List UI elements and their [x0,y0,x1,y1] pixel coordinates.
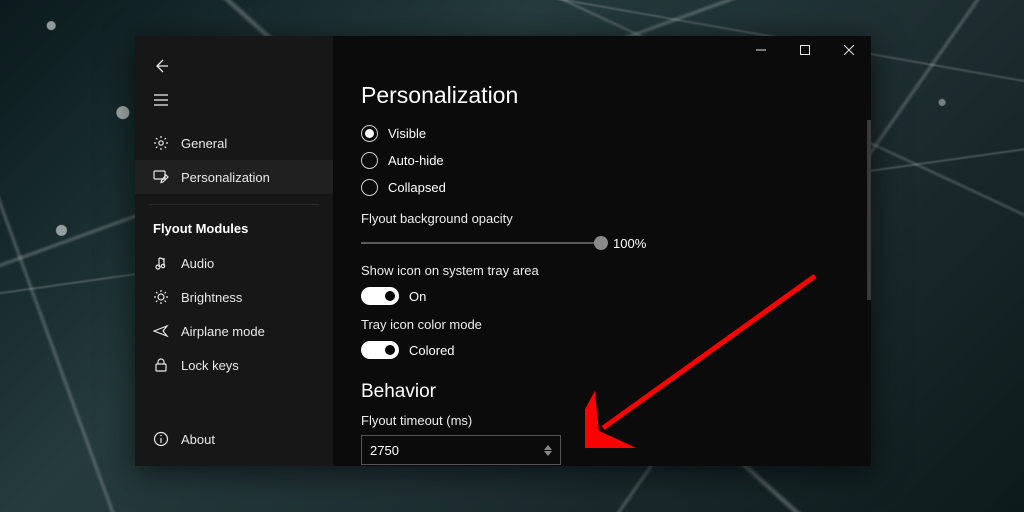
radio-icon [361,152,378,169]
slider-thumb[interactable] [594,236,608,250]
close-button[interactable] [827,36,871,64]
radio-label: Collapsed [388,180,446,195]
page-title: Personalization [333,82,871,123]
gear-icon [153,135,169,151]
radio-auto-hide[interactable]: Auto-hide [361,147,839,174]
lock-icon [153,357,169,373]
tray-icon-label: Show icon on system tray area [361,253,839,285]
radio-visible[interactable]: Visible [361,120,839,147]
brightness-icon [153,289,169,305]
sidebar-item-label: Airplane mode [181,324,265,339]
sidebar-heading-modules: Flyout Modules [135,211,333,242]
timeout-value: 2750 [370,443,399,458]
sidebar-item-audio[interactable]: Audio [135,246,333,280]
divider [149,204,319,205]
sidebar-item-label: Lock keys [181,358,239,373]
info-icon [153,431,169,447]
opacity-slider[interactable] [361,233,601,253]
tray-icon-value: On [409,289,426,304]
main-panel: Personalization Visible Auto-hide Collap… [333,36,871,466]
sidebar-item-label: Audio [181,256,214,271]
spinbox-stepper[interactable] [544,445,552,456]
sidebar-item-label: Brightness [181,290,242,305]
airplane-icon [153,323,169,339]
timeout-spinbox[interactable]: 2750 [361,435,561,465]
opacity-value: 100% [613,236,646,251]
sidebar-item-lock-keys[interactable]: Lock keys [135,348,333,382]
radio-label: Auto-hide [388,153,444,168]
sidebar-item-airplane-mode[interactable]: Airplane mode [135,314,333,348]
opacity-label: Flyout background opacity [361,201,839,233]
radio-icon [361,125,378,142]
sidebar-item-label: General [181,136,227,151]
scrollbar[interactable] [867,120,871,466]
minimize-button[interactable] [739,36,783,64]
timeout-label: Flyout timeout (ms) [361,413,839,435]
radio-collapsed[interactable]: Collapsed [361,174,839,201]
back-button[interactable] [153,54,181,78]
hamburger-button[interactable] [153,88,181,112]
sidebar-item-label: Personalization [181,170,270,185]
behavior-heading: Behavior [361,369,839,413]
radio-icon [361,179,378,196]
sidebar-item-label: About [181,432,215,447]
sidebar-item-general[interactable]: General [135,126,333,160]
sidebar-item-about[interactable]: About [135,422,333,456]
titlebar [739,36,871,64]
sidebar-item-brightness[interactable]: Brightness [135,280,333,314]
sidebar-item-personalization[interactable]: Personalization [135,160,333,194]
settings-scroll-area: Visible Auto-hide Collapsed Flyout backg… [333,120,867,466]
audio-icon [153,255,169,271]
sidebar: General Personalization Flyout Modules A… [135,36,333,466]
maximize-button[interactable] [783,36,827,64]
app-window: General Personalization Flyout Modules A… [135,36,871,466]
tray-color-toggle[interactable] [361,341,399,359]
monitor-pen-icon [153,169,169,185]
tray-color-label: Tray icon color mode [361,315,839,339]
tray-icon-toggle[interactable] [361,287,399,305]
tray-color-value: Colored [409,343,455,358]
radio-label: Visible [388,126,426,141]
scrollbar-thumb[interactable] [867,120,871,300]
